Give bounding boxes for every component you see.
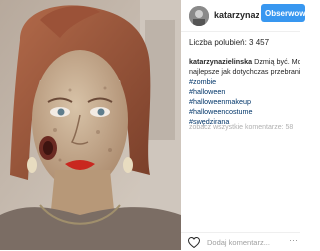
hashtag[interactable]: #zombie (189, 77, 300, 87)
post-footer: Dodaj komentarz... ⋯ (181, 232, 300, 251)
instagram-post: katarzynazi... Obserwowanie Liczba polub… (0, 0, 305, 251)
hashtag[interactable]: #halloweenmakeup (189, 97, 300, 107)
hashtag[interactable]: #halloweencostume (189, 107, 300, 117)
likes-count[interactable]: Liczba polubień: 3 457 (189, 38, 269, 47)
username-link[interactable]: katarzynazi... (214, 10, 259, 20)
ellipsis-icon[interactable]: ⋯ (289, 235, 298, 246)
hashtag[interactable]: #halloween (189, 87, 300, 97)
zombie-portrait-image (0, 0, 181, 250)
post-caption: katarzynazielinska Dzmią być. Moje najle… (189, 57, 300, 127)
post-side-panel: katarzynazi... Obserwowanie Liczba polub… (181, 0, 305, 251)
heart-icon[interactable] (188, 237, 200, 248)
add-comment-input[interactable]: Dodaj komentarz... (207, 238, 270, 247)
caption-text-line1: Dzmią być. Moje (254, 57, 300, 66)
caption-author[interactable]: katarzynazielinska (189, 57, 252, 66)
post-photo[interactable] (0, 0, 181, 250)
avatar[interactable] (189, 6, 209, 26)
load-more-comments-link[interactable]: zobacz wszystkie komentarze: 58 (189, 124, 293, 131)
caption-text-line2: najlepsze jak dotychczas przebranie (189, 67, 300, 76)
avatar-image (189, 6, 209, 26)
post-header: katarzynazi... Obserwowanie (181, 0, 305, 32)
follow-button[interactable]: Obserwowanie (261, 4, 305, 22)
